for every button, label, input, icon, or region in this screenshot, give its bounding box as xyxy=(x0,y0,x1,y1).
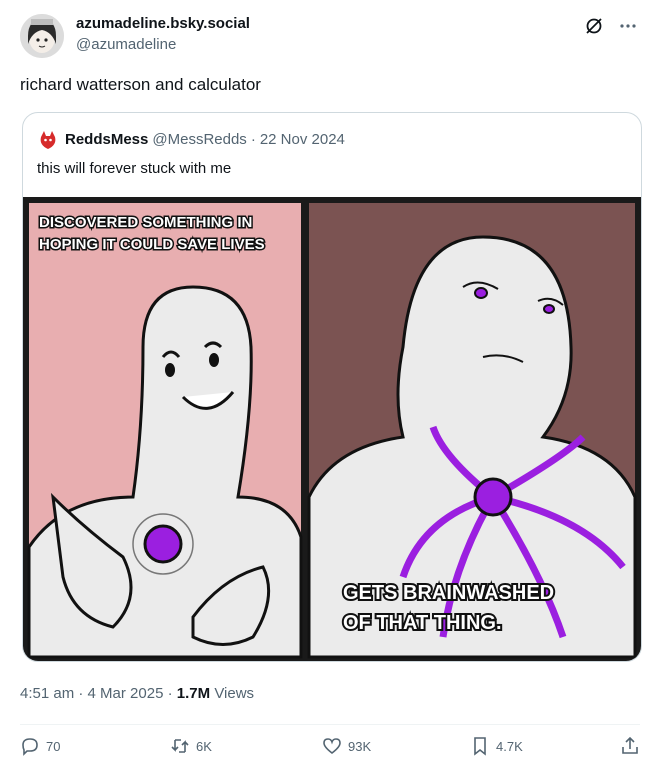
comic-image[interactable]: DISCOVERED SOMETHING IN HOPING IT COULD … xyxy=(23,197,641,662)
like-button[interactable]: 93K xyxy=(322,736,371,756)
slash-circle-icon[interactable] xyxy=(584,16,604,41)
author-display-name[interactable]: azumadeline.bsky.social xyxy=(76,14,250,34)
comic-right-caption-line1: GETS BRAINWASHED xyxy=(343,582,554,604)
like-count: 93K xyxy=(348,738,372,754)
post-meta: 4:51 am · 4 Mar 2025 · 1.7M Views xyxy=(20,685,254,702)
meta-separator-2: · xyxy=(167,685,173,702)
comic-right-panel: GETS BRAINWASHED OF THAT THING. xyxy=(307,203,637,659)
quoted-avatar-icon[interactable] xyxy=(37,129,59,151)
comic-left-panel: DISCOVERED SOMETHING IN HOPING IT COULD … xyxy=(27,203,303,659)
heart-icon xyxy=(323,738,341,755)
repost-count: 6K xyxy=(196,738,212,754)
more-icon[interactable] xyxy=(618,16,638,41)
reply-button[interactable]: 70 xyxy=(20,736,60,756)
views-count: 1.7M xyxy=(176,685,211,702)
quoted-post-header: ReddsMess @MessRedds · 22 Nov 2024 xyxy=(37,129,345,151)
bookmark-button[interactable]: 4.7K xyxy=(470,736,523,756)
comic-right-caption-line2: OF THAT THING. xyxy=(343,612,502,634)
quoted-date[interactable]: 22 Nov 2024 xyxy=(260,130,345,150)
bookmark-count: 4.7K xyxy=(496,738,523,754)
divider xyxy=(20,724,640,725)
share-button[interactable] xyxy=(620,736,640,756)
comic-left-caption-line2: HOPING IT COULD SAVE LIVES xyxy=(39,236,265,253)
avatar-image xyxy=(20,14,64,58)
repost-icon xyxy=(171,739,189,753)
meta-separator: · xyxy=(78,685,84,702)
post-date[interactable]: 4 Mar 2025 xyxy=(88,685,164,702)
quoted-post[interactable]: ReddsMess @MessRedds · 22 Nov 2024 this … xyxy=(22,112,642,662)
share-icon xyxy=(622,736,638,754)
comic-left-caption-line1: DISCOVERED SOMETHING IN xyxy=(39,214,252,231)
author-block: azumadeline.bsky.social @azumadeline xyxy=(76,14,250,55)
header-actions xyxy=(584,16,638,41)
quoted-display-name[interactable]: ReddsMess xyxy=(65,130,148,150)
quoted-handle[interactable]: @MessRedds xyxy=(152,130,246,150)
views-label: Views xyxy=(214,685,255,702)
bookmark-icon xyxy=(474,737,486,756)
author-handle[interactable]: @azumadeline xyxy=(76,35,250,55)
avatar[interactable] xyxy=(20,14,64,58)
action-bar: 70 6K 93K 4.7K xyxy=(20,736,640,762)
repost-button[interactable]: 6K xyxy=(170,736,212,756)
post-time[interactable]: 4:51 am xyxy=(20,685,74,702)
reply-count: 70 xyxy=(46,738,61,754)
quoted-text: this will forever stuck with me xyxy=(37,160,232,177)
post-text: richard watterson and calculator xyxy=(20,75,261,94)
reply-icon xyxy=(22,738,38,756)
quoted-separator: · xyxy=(250,131,256,148)
